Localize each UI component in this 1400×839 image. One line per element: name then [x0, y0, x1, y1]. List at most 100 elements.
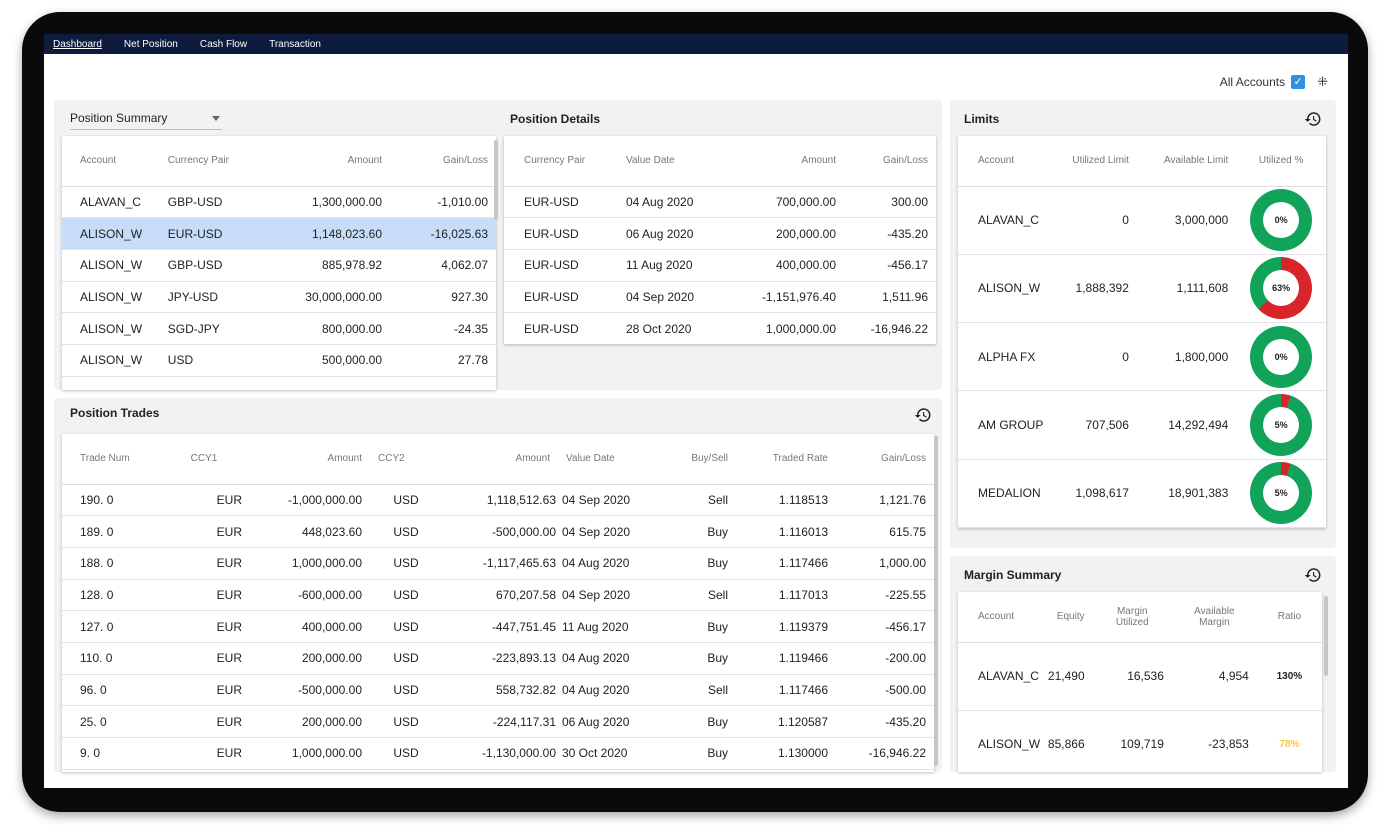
cell-amount-ccy1: -600,000.00	[250, 579, 370, 612]
table-row[interactable]: 9. 0 EUR 1,000,000.00 USD -1,130,000.00 30 Oc…	[62, 737, 934, 770]
col-gain-loss[interactable]: Gain/Loss	[836, 434, 934, 485]
table-row[interactable]: ALAVAN_C 0 3,000,000 0%	[958, 186, 1326, 255]
col-utilized-limit[interactable]: Utilized Limit	[1051, 136, 1137, 187]
cell-ratio: 78%	[1256, 710, 1322, 772]
col-buy-sell[interactable]: Buy/Sell	[650, 434, 736, 485]
cell-currency-pair: SGD-JPY	[159, 312, 258, 345]
position-summary-table: Account Currency Pair Amount Gain/Loss A…	[62, 136, 496, 377]
cell-utilized-pct: 0%	[1236, 322, 1326, 392]
history-icon[interactable]	[1304, 110, 1322, 128]
table-row[interactable]: ALISON_W SGD-JPY 800,000.00 -24.35	[62, 312, 496, 345]
nav-transaction[interactable]: Transaction	[269, 39, 321, 50]
margin-summary-scrollbar[interactable]	[1324, 596, 1328, 676]
table-row[interactable]: 110. 0 EUR 200,000.00 USD -223,893.13 04 Aug …	[62, 642, 934, 675]
cell-utilized-limit: 0	[1051, 186, 1137, 255]
nav-dashboard[interactable]: Dashboard	[53, 39, 102, 50]
position-trades-table: Trade Num CCY1 Amount CCY2 Amount Value …	[62, 434, 934, 770]
col-gain-loss[interactable]: Gain/Loss	[844, 136, 936, 187]
cell-ccy1: EUR	[158, 610, 250, 643]
position-trades-panel: Position Trades Trade Num CCY1 Amount CC…	[54, 398, 942, 772]
all-accounts-checkbox[interactable]: ✓	[1291, 75, 1306, 89]
cell-amount: 885,978.92	[257, 249, 391, 282]
table-row[interactable]: 190. 0 EUR -1,000,000.00 USD 1,118,512.63 04 …	[62, 484, 934, 517]
table-row[interactable]: 128. 0 EUR -600,000.00 USD 670,207.58 04 Sep …	[62, 579, 934, 612]
table-row[interactable]: 127. 0 EUR 400,000.00 USD -447,751.45 11 Aug …	[62, 610, 934, 643]
table-row[interactable]: EUR-USD 04 Sep 2020 -1,151,976.40 1,511.96	[504, 281, 936, 314]
table-row[interactable]: ALISON_W JPY-USD 30,000,000.00 927.30	[62, 281, 496, 314]
col-amount[interactable]: Amount	[257, 136, 391, 187]
table-row[interactable]: EUR-USD 04 Aug 2020 700,000.00 300.00	[504, 186, 936, 219]
utilization-percent: 0%	[1263, 202, 1300, 239]
cell-buy-sell: Sell	[650, 579, 736, 612]
table-row[interactable]: ALAVAN_C GBP-USD 1,300,000.00 -1,010.00	[62, 186, 496, 219]
col-ccy2[interactable]: CCY2	[370, 434, 442, 485]
col-value-date[interactable]: Value Date	[618, 136, 726, 187]
collapse-icon[interactable]: ⁜	[1317, 74, 1328, 90]
cell-traded-rate: 1.119379	[736, 610, 836, 643]
col-currency-pair[interactable]: Currency Pair	[504, 136, 618, 187]
col-trade-num[interactable]: Trade Num	[62, 434, 158, 485]
nav-net-position[interactable]: Net Position	[124, 39, 178, 50]
col-available-margin[interactable]: Available Margin	[1171, 592, 1257, 643]
col-utilized-pct[interactable]: Utilized %	[1236, 136, 1326, 187]
table-row[interactable]: 188. 0 EUR 1,000,000.00 USD -1,117,465.63 04 …	[62, 547, 934, 580]
col-value-date[interactable]: Value Date	[558, 434, 650, 485]
col-gain-loss[interactable]: Gain/Loss	[390, 136, 496, 187]
table-row[interactable]: AM GROUP 707,506 14,292,494 5%	[958, 390, 1326, 460]
cell-gain-loss: -435.20	[844, 217, 936, 250]
col-equity[interactable]: Equity	[1043, 592, 1093, 643]
table-row[interactable]: ALISON_W 1,888,392 1,111,608 63%	[958, 254, 1326, 324]
table-row[interactable]: ALISON_W EUR-USD 1,148,023.60 -16,025.63	[62, 217, 496, 250]
cell-account: ALISON_W	[62, 249, 160, 282]
col-account[interactable]: Account	[62, 136, 160, 187]
col-amount[interactable]: Amount	[726, 136, 844, 187]
col-traded-rate[interactable]: Traded Rate	[736, 434, 836, 485]
cell-ccy2: USD	[370, 484, 442, 517]
table-row[interactable]: ALISON_W USD 500,000.00 27.78	[62, 344, 496, 377]
history-icon[interactable]	[1304, 566, 1322, 584]
table-row[interactable]: 25. 0 EUR 200,000.00 USD -224,117.31 06 Aug 2…	[62, 705, 934, 738]
table-row[interactable]: ALISON_W GBP-USD 885,978.92 4,062.07	[62, 249, 496, 282]
margin-summary-panel: Margin Summary Account Equity Margin Uti…	[950, 556, 1336, 772]
limits-panel: Limits Account Utilized Limit Available …	[950, 100, 1336, 548]
table-row[interactable]: 189. 0 EUR 448,023.60 USD -500,000.00 04 Sep …	[62, 515, 934, 548]
cell-traded-rate: 1.118513	[736, 484, 836, 517]
col-ratio[interactable]: Ratio	[1256, 592, 1322, 643]
cell-amount-ccy2: -223,893.13	[442, 642, 558, 675]
cell-gain-loss: 4,062.07	[390, 249, 496, 282]
table-row[interactable]: EUR-USD 11 Aug 2020 400,000.00 -456.17	[504, 249, 936, 282]
cell-ratio: 130%	[1256, 642, 1322, 711]
cell-traded-rate: 1.117013	[736, 579, 836, 612]
col-available-limit[interactable]: Available Limit	[1136, 136, 1237, 187]
cell-amount-ccy2: -447,751.45	[442, 610, 558, 643]
table-row[interactable]: ALISON_W 85,866 109,719 -23,853 78%	[958, 710, 1322, 772]
table-row[interactable]: EUR-USD 28 Oct 2020 1,000,000.00 -16,946.22	[504, 312, 936, 344]
table-row[interactable]: 96. 0 EUR -500,000.00 USD 558,732.82 04 Aug 2…	[62, 674, 934, 707]
position-summary-scrollbar[interactable]	[494, 140, 498, 220]
position-trades-scrollbar[interactable]	[934, 436, 938, 766]
all-accounts-label: All Accounts	[1219, 75, 1286, 89]
cell-amount: 700,000.00	[726, 186, 844, 219]
cell-traded-rate: 1.116013	[736, 515, 836, 548]
col-account[interactable]: Account	[958, 136, 1052, 187]
table-row[interactable]: EUR-USD 06 Aug 2020 200,000.00 -435.20	[504, 217, 936, 250]
cell-amount-ccy1: 1,000,000.00	[250, 547, 370, 580]
position-summary-dropdown[interactable]: Position Summary	[70, 108, 222, 130]
col-account[interactable]: Account	[958, 592, 1044, 643]
col-ccy1[interactable]: CCY1	[158, 434, 250, 485]
table-row[interactable]: ALPHA FX 0 1,800,000 0%	[958, 322, 1326, 392]
cell-gain-loss: -24.35	[390, 312, 496, 345]
col-margin-utilized[interactable]: Margin Utilized	[1092, 592, 1172, 643]
col-amount-ccy2[interactable]: Amount	[442, 434, 558, 485]
cell-amount: -1,151,976.40	[726, 281, 844, 314]
col-amount-ccy1[interactable]: Amount	[250, 434, 370, 485]
nav-cash-flow[interactable]: Cash Flow	[200, 39, 247, 50]
cell-ccy1: EUR	[158, 642, 250, 675]
col-currency-pair[interactable]: Currency Pair	[159, 136, 258, 187]
cell-currency-pair: GBP-USD	[159, 249, 258, 282]
table-row[interactable]: MEDALION 1,098,617 18,901,383 5%	[958, 459, 1326, 528]
table-row[interactable]: ALAVAN_C 21,490 16,536 4,954 130%	[958, 642, 1322, 711]
history-icon[interactable]	[914, 406, 932, 424]
cell-amount: 500,000.00	[257, 344, 391, 377]
cell-ccy1: EUR	[158, 515, 250, 548]
